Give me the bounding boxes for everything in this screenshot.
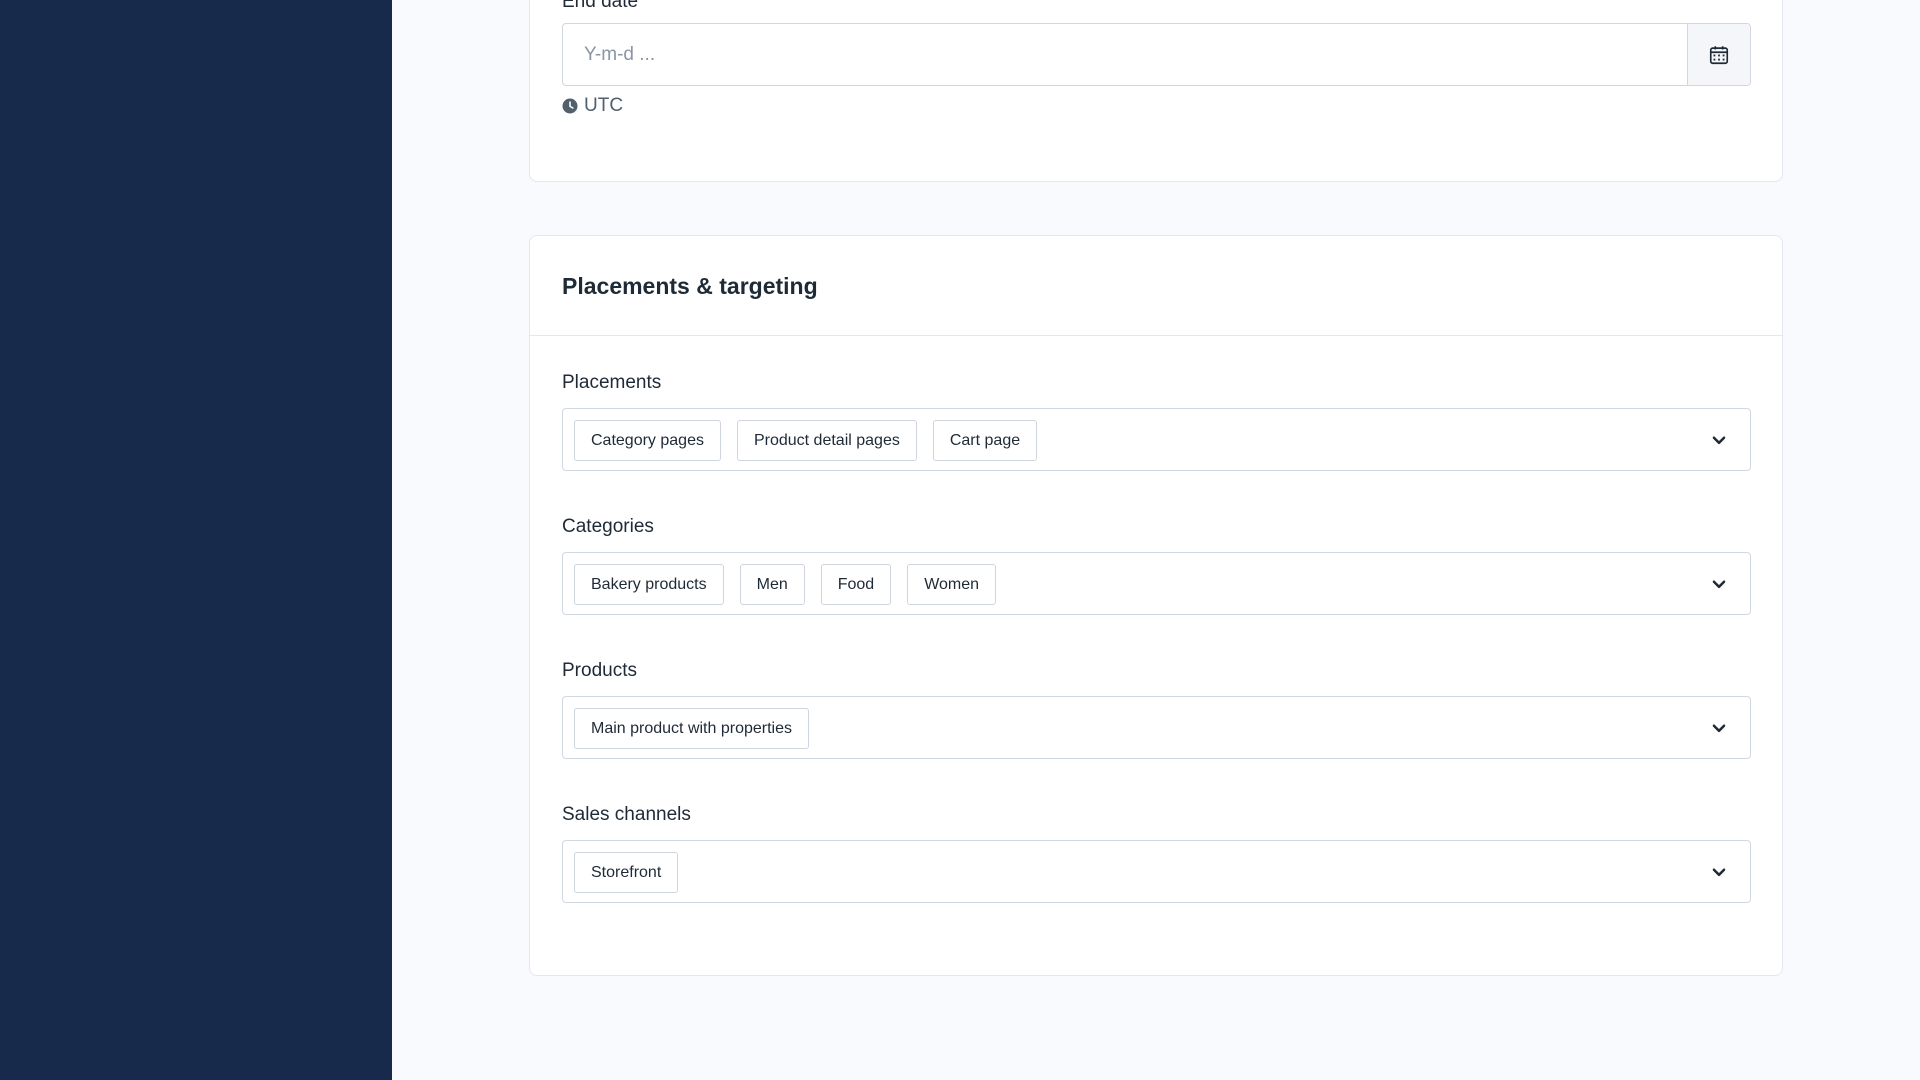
chevron-down-icon[interactable]: [1710, 575, 1728, 593]
chip-food[interactable]: Food: [820, 564, 892, 605]
chevron-down-icon[interactable]: [1710, 863, 1728, 881]
end-date-label: End date: [562, 0, 639, 12]
timezone-info: UTC: [562, 95, 623, 117]
chip-cart-page[interactable]: Cart page: [932, 420, 1038, 461]
chip-category-pages[interactable]: Category pages: [574, 420, 721, 461]
end-date-field: [562, 23, 1751, 86]
end-date-input[interactable]: [563, 24, 1687, 85]
categories-chips: Bakery products Men Food Women: [574, 564, 997, 605]
sales-channels-chips: Storefront: [574, 852, 679, 893]
products-label: Products: [562, 660, 637, 681]
placements-label: Placements: [562, 372, 662, 393]
card-header: Placements & targeting: [530, 236, 1782, 336]
calendar-button[interactable]: [1687, 24, 1750, 85]
chip-main-product[interactable]: Main product with properties: [574, 708, 809, 749]
products-select[interactable]: Main product with properties: [562, 696, 1751, 759]
card-title: Placements & targeting: [562, 273, 818, 299]
placements-select[interactable]: Category pages Product detail pages Cart…: [562, 408, 1751, 471]
chip-product-detail-pages[interactable]: Product detail pages: [736, 420, 917, 461]
chip-women[interactable]: Women: [907, 564, 997, 605]
timezone-label: UTC: [584, 95, 624, 116]
chip-men[interactable]: Men: [739, 564, 805, 605]
products-chips: Main product with properties: [574, 708, 809, 749]
sales-channels-select[interactable]: Storefront: [562, 840, 1751, 903]
main-content: End date Y-m-d ... UTC Placements & targ…: [392, 0, 1920, 1080]
clock-icon: [562, 98, 578, 114]
chevron-down-icon[interactable]: [1710, 431, 1728, 449]
calendar-icon: [1709, 45, 1729, 64]
placements-chips: Category pages Product detail pages Cart…: [574, 420, 1038, 461]
placements-targeting-card: Placements & targeting Placements Catego…: [529, 235, 1783, 976]
categories-select[interactable]: Bakery products Men Food Women: [562, 552, 1751, 615]
chip-storefront[interactable]: Storefront: [574, 852, 679, 893]
chevron-down-icon[interactable]: [1710, 719, 1728, 737]
sidebar: [0, 0, 392, 1080]
categories-label: Categories: [562, 516, 654, 537]
chip-bakery-products[interactable]: Bakery products: [574, 564, 724, 605]
schedule-card: End date Y-m-d ... UTC: [529, 0, 1783, 182]
sales-channels-label: Sales channels: [562, 804, 691, 825]
